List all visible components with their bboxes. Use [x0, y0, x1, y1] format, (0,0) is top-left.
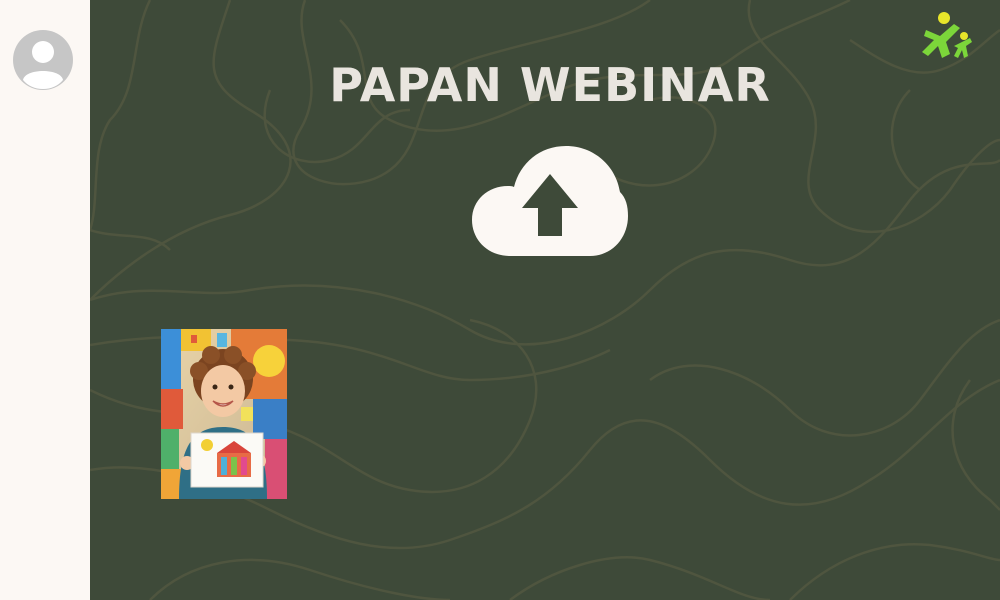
- board-canvas: PAPAN WEBINAR: [90, 0, 1000, 600]
- child-holding-drawing-photo[interactable]: [161, 329, 287, 499]
- kids-brand-logo: [920, 10, 974, 64]
- cloud-upload-icon[interactable]: [470, 144, 630, 258]
- webinar-board-screen: PAPAN WEBINAR: [0, 0, 1000, 600]
- user-avatar-icon[interactable]: [13, 30, 73, 90]
- page-title: PAPAN WEBINAR: [329, 58, 771, 112]
- left-sidebar: [0, 0, 90, 600]
